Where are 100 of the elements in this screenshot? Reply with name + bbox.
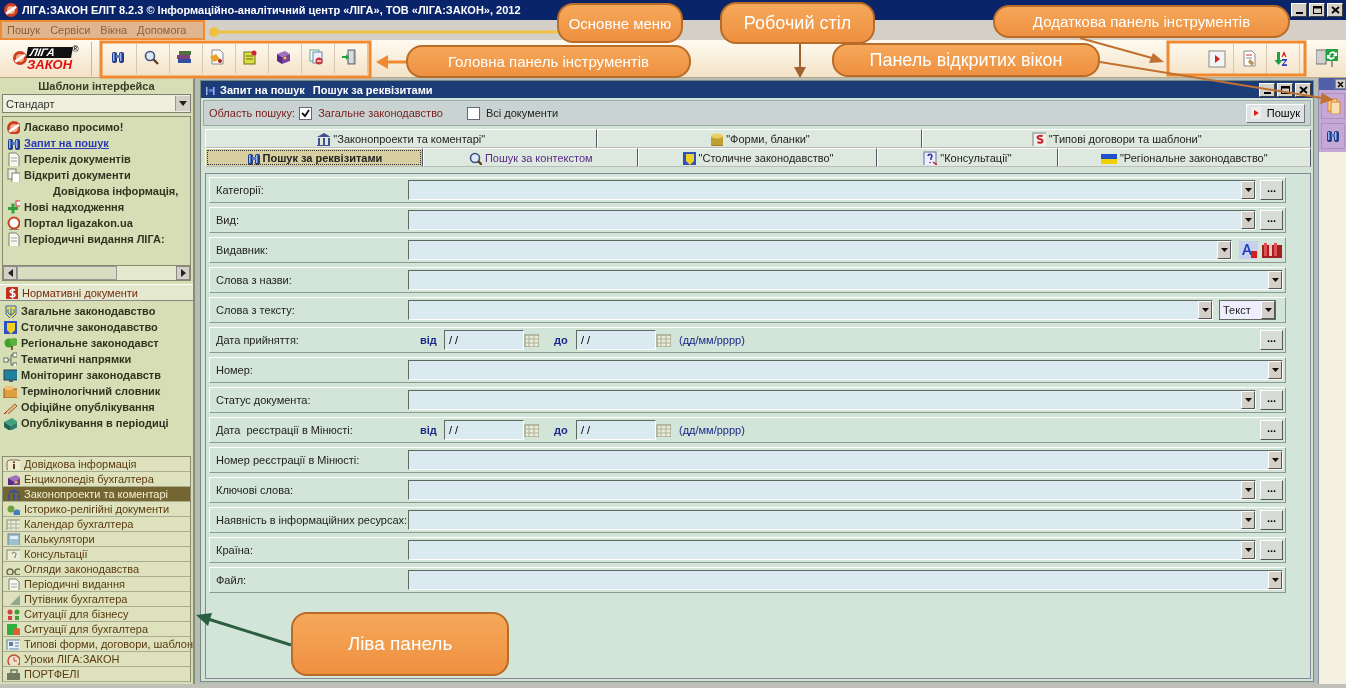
search-button[interactable]: Пошук (1245, 103, 1305, 123)
registered-mark: ® (72, 43, 79, 54)
field-label: Видавник: (215, 244, 269, 256)
scroll-right-button[interactable] (176, 266, 190, 280)
tab[interactable]: "Форми, бланки" (596, 129, 923, 148)
arrow-left-icon[interactable] (7, 269, 13, 277)
tab[interactable]: Пошук за контекстом (422, 148, 638, 167)
dropdown-field[interactable] (408, 510, 1256, 530)
module-item[interactable]: Путівник бухгалтера (3, 592, 190, 607)
checkbox-label[interactable]: Загальне законодавство (318, 107, 443, 119)
dropdown-field[interactable] (408, 450, 1283, 470)
nav-item[interactable]: Ласкаво просимо! (3, 119, 190, 135)
dropdown-field[interactable] (408, 270, 1283, 290)
nav-item[interactable]: Термінологічний словник (0, 383, 193, 399)
document-icon (6, 232, 20, 246)
play-icon[interactable] (1208, 49, 1226, 68)
dropdown-field[interactable] (408, 240, 1232, 260)
checkbox-label[interactable]: Всі документи (486, 107, 559, 119)
dropdown-field[interactable] (408, 570, 1283, 590)
clean-document-icon[interactable] (1241, 49, 1259, 68)
nav-item[interactable]: Портал ligazakon.ua (3, 215, 190, 231)
module-item[interactable]: Календар бухгалтера (3, 517, 190, 532)
field-label: Дата реєстрації в Мінюсті: (215, 424, 354, 436)
module-item[interactable]: Ситуації для бухгалтера (3, 622, 190, 637)
dropdown-field[interactable] (408, 390, 1256, 410)
module-item[interactable]: Калькулятори (3, 532, 190, 547)
browse-button[interactable]: ... (1260, 210, 1283, 230)
type-dropdown[interactable]: Текст (1219, 300, 1276, 320)
nav-item[interactable]: Регіональне законодавст (0, 335, 193, 351)
tab[interactable]: "Законопроекти та коментарі" (205, 129, 597, 148)
date-field[interactable]: / / (576, 420, 656, 440)
tab[interactable]: "Столичне законодавство" (637, 148, 878, 167)
module-item[interactable]: Огляди законодавства (3, 562, 190, 577)
date-field[interactable]: / / (576, 330, 656, 350)
dropdown-field[interactable] (408, 360, 1283, 380)
nav-item[interactable]: Перелік документів (3, 151, 190, 167)
dropdown-field[interactable] (408, 300, 1213, 320)
nav-item[interactable]: Столичне законодавство (0, 319, 193, 335)
template-dropdown[interactable]: Стандарт (2, 94, 191, 113)
date-format-hint: (дд/мм/рррр) (679, 334, 745, 346)
bookshelf-icon[interactable] (1261, 241, 1283, 259)
section-header[interactable]: Нормативні документи (0, 284, 193, 301)
scroll-left-button[interactable] (3, 266, 17, 280)
browse-button[interactable]: ... (1260, 390, 1283, 410)
module-item[interactable]: Довідкова інформація (3, 457, 190, 472)
scroll-thumb[interactable] (17, 266, 117, 280)
browse-button[interactable]: ... (1260, 480, 1283, 500)
sync-icon[interactable] (1316, 47, 1340, 70)
nav-item[interactable]: Моніторинг законодавств (0, 367, 193, 383)
dropdown-field[interactable] (408, 540, 1256, 560)
browse-button[interactable]: ... (1260, 420, 1283, 440)
module-item[interactable]: ПОРТФЕЛІ (3, 667, 190, 682)
panel-title: Шаблони інтерфейса (37, 79, 156, 94)
browse-button[interactable]: ... (1260, 510, 1283, 530)
browse-button[interactable]: ... (1260, 540, 1283, 560)
arrow-right-icon[interactable] (180, 269, 186, 277)
binoculars-icon (6, 136, 20, 150)
nav-item[interactable]: Загальне законодавство (0, 303, 193, 319)
tab[interactable]: "Типові договори та шаблони" (922, 129, 1311, 148)
checkbox[interactable] (467, 106, 480, 120)
dropdown-field[interactable] (408, 210, 1256, 230)
module-item[interactable]: Періодичні видання (3, 577, 190, 592)
tab[interactable]: Пошук за реквізитами (205, 148, 423, 167)
module-item[interactable]: Законопроекти та коментарі (3, 487, 190, 502)
nav-item[interactable]: Опублікування в періодиці (0, 415, 193, 431)
module-item[interactable]: Енциклопедія бухгалтера (3, 472, 190, 487)
document-icon (6, 152, 20, 166)
dropdown-field[interactable] (408, 180, 1256, 200)
dropdown-field[interactable] (408, 480, 1256, 500)
tab[interactable]: "Регіональне законодавство" (1057, 148, 1311, 167)
browse-button[interactable]: ... (1260, 330, 1283, 350)
module-item[interactable]: Історико-релігійні документи (3, 502, 190, 517)
people-icon (6, 608, 20, 620)
nav-item[interactable]: Запит на пошук (3, 135, 190, 151)
font-icon[interactable] (1239, 241, 1258, 259)
nav-item[interactable]: Тематичні напрямки (0, 351, 193, 367)
browse-button[interactable]: ... (1260, 180, 1283, 200)
nav-item[interactable]: Періодичні видання ЛІГА: (3, 231, 190, 247)
field-label: Дата прийняття: (215, 334, 300, 346)
module-item[interactable]: Ситуації для бізнесу (3, 607, 190, 622)
from-label: від (419, 424, 438, 436)
field-label: Номер: (215, 364, 254, 376)
gears-icon (6, 503, 20, 515)
binoculars-icon[interactable] (1324, 128, 1341, 144)
tree-icon (3, 336, 17, 350)
documents-icon[interactable] (1324, 98, 1341, 114)
checkbox[interactable] (299, 106, 313, 120)
module-item[interactable]: Консультації (3, 547, 190, 562)
logo-icon (6, 120, 20, 134)
nav-item[interactable]: Відкриті документи (3, 167, 190, 183)
date-field[interactable]: / / (444, 330, 524, 350)
nav-item[interactable]: Нові надходження (3, 199, 190, 215)
date-field[interactable]: / / (444, 420, 524, 440)
nav-item[interactable]: Офіційне опублікування (0, 399, 193, 415)
close-button[interactable] (1335, 79, 1346, 89)
search-icon (467, 150, 482, 165)
window-subtitle: Пошук за реквізитами (312, 83, 433, 96)
module-item[interactable]: Уроки ЛІГА:ЗАКОН (3, 652, 190, 667)
logo-icon (3, 2, 19, 18)
tab[interactable]: "Консультації" (877, 148, 1058, 167)
